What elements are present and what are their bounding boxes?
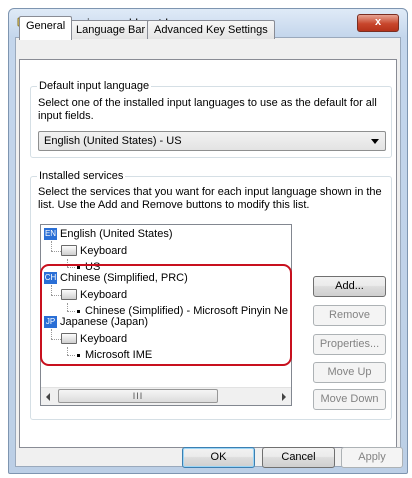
tree-item-keyboard[interactable]: Keyboard: [61, 332, 127, 346]
installed-services-tree[interactable]: EN English (United States) Keyboard US CH…: [40, 224, 292, 406]
scroll-right-icon[interactable]: [282, 393, 286, 401]
bullet-icon: [77, 309, 80, 313]
tree-connector: [51, 285, 52, 295]
tree-item-label: Chinese (Simplified, PRC): [60, 272, 188, 284]
language-badge-icon: EN: [44, 228, 57, 241]
tree-item-japanese[interactable]: JP Japanese (Japan): [44, 315, 148, 329]
remove-button[interactable]: Remove: [313, 305, 386, 326]
keyboard-icon: [61, 288, 77, 300]
tree-connector: [51, 329, 52, 339]
tree-item-label: Japanese (Japan): [60, 316, 149, 328]
tree-connector: [67, 259, 68, 267]
tree-connector: [51, 241, 52, 251]
bullet-icon: [77, 265, 80, 269]
tab-general[interactable]: General: [19, 16, 73, 40]
tree-item-label: Keyboard: [80, 333, 128, 345]
tab-language-bar[interactable]: Language Bar: [69, 20, 153, 39]
tree-item-keyboard[interactable]: Keyboard: [61, 288, 127, 302]
installed-services-description: Select the services that you want for ea…: [38, 186, 382, 211]
chevron-down-icon: [371, 139, 379, 144]
tree-connector: [51, 295, 61, 296]
keyboard-icon: [61, 332, 77, 344]
tree-item-label: Microsoft IME: [85, 349, 153, 361]
ok-button[interactable]: OK: [182, 447, 255, 468]
properties-button[interactable]: Properties...: [313, 334, 386, 355]
horizontal-scrollbar[interactable]: III: [41, 387, 291, 405]
tree-item-keyboard[interactable]: Keyboard: [61, 244, 127, 258]
tree-item-service[interactable]: Microsoft IME: [75, 348, 152, 362]
tree-item-label: Keyboard: [80, 245, 128, 257]
tree-item-chinese[interactable]: CH Chinese (Simplified, PRC): [44, 271, 188, 285]
language-badge-icon: CH: [44, 272, 57, 285]
scroll-left-icon[interactable]: [46, 393, 50, 401]
default-language-value: English (United States) - US: [44, 135, 182, 147]
close-icon: x: [374, 16, 382, 28]
default-language-select[interactable]: English (United States) - US: [38, 131, 386, 151]
tree-connector: [67, 311, 75, 312]
apply-button[interactable]: Apply: [341, 447, 403, 468]
tree-item-label: Keyboard: [80, 289, 128, 301]
tree-connector: [67, 347, 68, 355]
tree-connector: [67, 355, 75, 356]
scrollbar-thumb[interactable]: III: [58, 389, 218, 403]
tree-connector: [67, 267, 75, 268]
cancel-button[interactable]: Cancel: [262, 447, 335, 468]
move-down-button[interactable]: Move Down: [313, 389, 386, 410]
tree-connector: [51, 339, 61, 340]
close-button[interactable]: x: [357, 14, 399, 32]
tree-connector: [51, 251, 61, 252]
installed-services-legend: Installed services: [39, 170, 124, 182]
language-badge-icon: JP: [44, 316, 57, 329]
tree-item-label: English (United States): [60, 228, 173, 240]
move-up-button[interactable]: Move Up: [313, 362, 386, 383]
bullet-icon: [77, 353, 80, 357]
add-button[interactable]: Add...: [313, 276, 386, 297]
tab-advanced-key-settings[interactable]: Advanced Key Settings: [147, 20, 275, 39]
default-input-description: Select one of the installed input langua…: [38, 97, 377, 122]
tree-connector: [67, 303, 68, 311]
default-input-legend: Default input language: [39, 80, 150, 92]
keyboard-icon: [61, 244, 77, 256]
tree-item-english[interactable]: EN English (United States): [44, 227, 173, 241]
